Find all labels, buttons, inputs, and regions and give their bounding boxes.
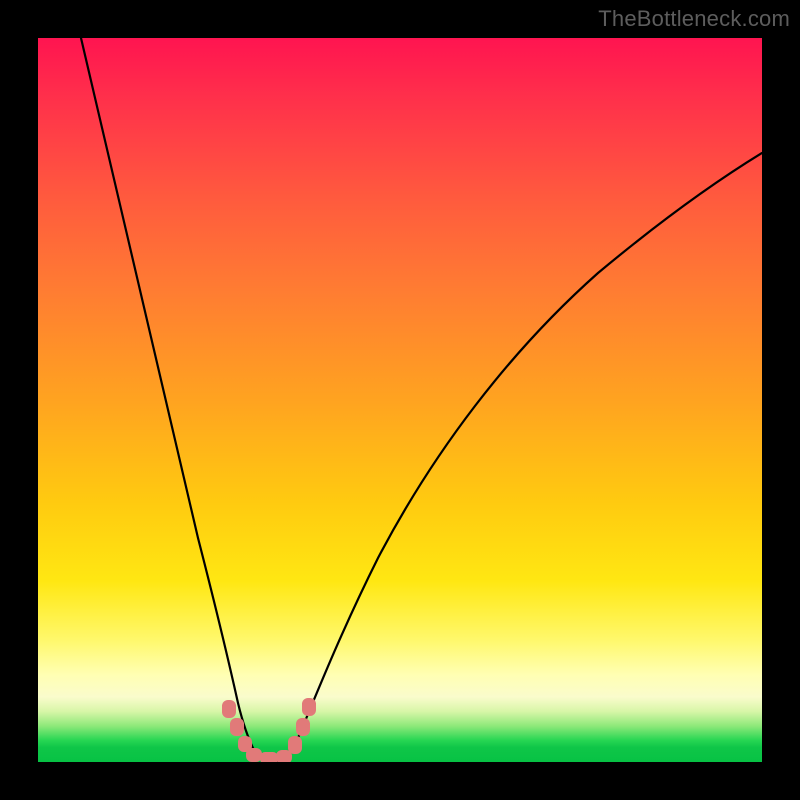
- marker-dot: [246, 748, 262, 762]
- marker-dot: [302, 698, 316, 716]
- valley-markers: [222, 698, 316, 762]
- watermark-text: TheBottleneck.com: [598, 6, 790, 32]
- marker-dot: [288, 736, 302, 754]
- right-curve: [278, 153, 762, 762]
- curves-svg: [38, 38, 762, 762]
- plot-area: [38, 38, 762, 762]
- left-curve: [81, 38, 268, 762]
- marker-dot: [222, 700, 236, 718]
- marker-dot: [296, 718, 310, 736]
- marker-dot: [230, 718, 244, 736]
- marker-dot: [260, 752, 278, 762]
- chart-frame: TheBottleneck.com: [0, 0, 800, 800]
